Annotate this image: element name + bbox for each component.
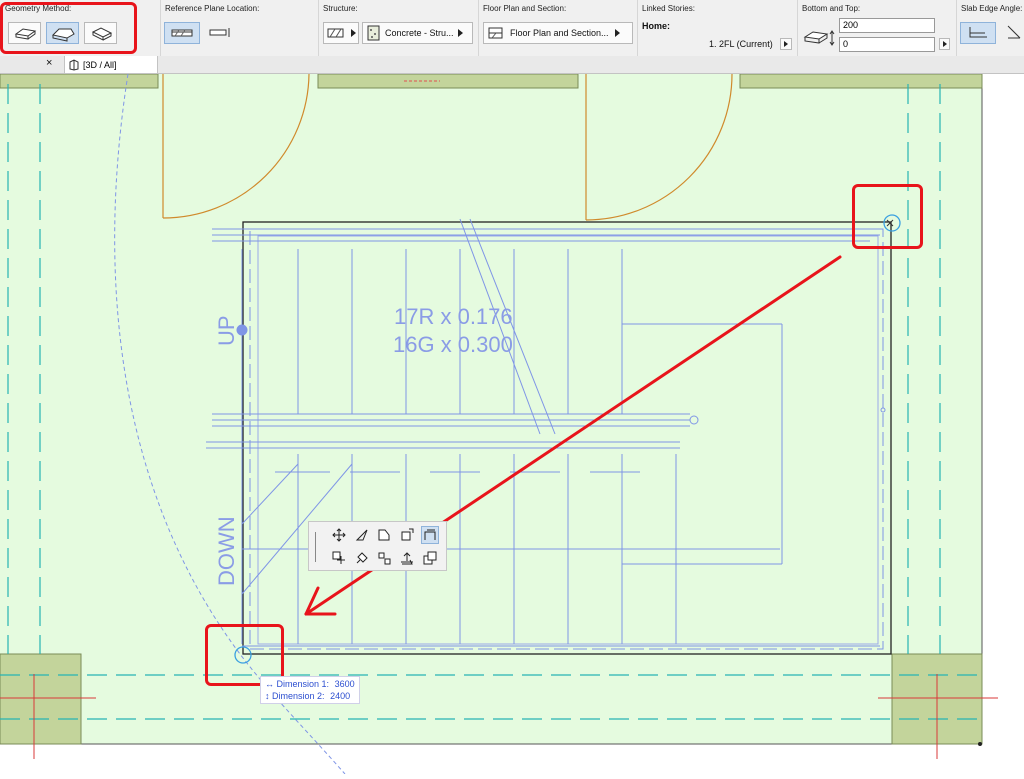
reference-plane-title: Reference Plane Location: (165, 4, 260, 13)
palette-grip[interactable] (315, 532, 316, 562)
chevron-right-icon (351, 29, 356, 37)
edge-perpendicular-icon (969, 27, 987, 38)
home-story-select-button[interactable] (780, 38, 792, 50)
hatch-icon (327, 28, 344, 38)
linked-stories-section: Linked Stories: Home: 1. 2FL (Current) (637, 0, 798, 56)
slab-edge-section: Slab Edge Angle: (956, 0, 1024, 56)
mirror-icon[interactable] (375, 549, 393, 567)
polygon-subtract-icon[interactable] (398, 526, 416, 544)
floor-plan-value: Floor Plan and Section... (510, 28, 609, 38)
ref-plane-top-button[interactable] (164, 22, 200, 44)
structure-title: Structure: (323, 4, 358, 13)
reference-plane-section: Reference Plane Location: (160, 0, 319, 56)
floor-plan-icon (488, 27, 503, 39)
column-top-left (0, 73, 159, 89)
column-bottom-left (0, 653, 82, 745)
column-top-right (739, 73, 983, 89)
dimension-2-label: Dimension 2: (272, 691, 325, 701)
horizontal-dimension-icon: ↔ (265, 679, 274, 689)
chevron-right-icon (457, 29, 463, 37)
floor-plan-section: Floor Plan and Section: Floor Plan and S… (478, 0, 638, 56)
dimension-tracker: ↔ Dimension 1: 3600 ↕ Dimension 2: 2400 (260, 676, 360, 704)
structure-material-value: Concrete - Stru... (385, 28, 454, 38)
vertical-dimension-icon: ↕ (265, 691, 270, 701)
chevron-right-icon (614, 29, 620, 37)
home-story-label: Home: (642, 21, 671, 31)
highlight-geometry-method (0, 2, 137, 54)
rectangle-icon[interactable] (421, 526, 439, 544)
floor-plan-title: Floor Plan and Section: (483, 4, 567, 13)
rotate-icon[interactable] (353, 549, 371, 567)
home-story-value: 1. 2FL (Current) (709, 39, 773, 49)
floor-plan-settings-dropdown[interactable]: Floor Plan and Section... (483, 22, 633, 44)
chevron-right-icon (942, 41, 947, 47)
top-offset-input[interactable]: 200 (839, 18, 935, 33)
highlight-end-point (852, 184, 923, 249)
polygon-add-icon[interactable] (375, 526, 393, 544)
ref-plane-bottom-button[interactable] (204, 22, 234, 44)
stair-going-text: 16G x 0.300 (393, 332, 513, 357)
offset-edge-icon[interactable] (353, 526, 371, 544)
elevate-icon[interactable] (398, 549, 416, 567)
bottom-offset-input[interactable]: 0 (839, 37, 935, 52)
info-box: Geometry Method: Reference Plane Locatio… (0, 0, 1024, 57)
view-tab-bar: × [3D / All] (0, 56, 1024, 74)
structure-type-dropdown[interactable] (323, 22, 359, 44)
chevron-right-icon (784, 41, 788, 47)
concrete-material-icon (367, 25, 380, 41)
slab-thickness-icon (803, 30, 835, 46)
slab-edge-perpendicular-button[interactable] (960, 22, 996, 44)
move-icon[interactable] (330, 526, 348, 544)
pet-palette (308, 521, 447, 571)
dimension-1-value[interactable]: 3600 (335, 679, 355, 689)
tab-label: [3D / All] (83, 59, 117, 70)
structure-section: Structure: Concrete - Stru... (318, 0, 479, 56)
tracker-row-1: ↔ Dimension 1: 3600 (265, 678, 355, 690)
ref-plane-bottom-icon (209, 28, 230, 37)
plan-drawing: 17R x 0.176 16G x 0.300 UP DOWN (0, 73, 1024, 775)
stair-riser-text: 17R x 0.176 (394, 304, 513, 329)
drag-copy-icon[interactable] (330, 549, 348, 567)
tab-3d-all[interactable]: [3D / All] (64, 56, 158, 73)
floor-plan-canvas[interactable]: 17R x 0.176 16G x 0.300 UP DOWN (0, 73, 1024, 775)
stair-up-label: UP (214, 315, 239, 346)
ref-plane-top-icon (171, 29, 193, 37)
close-tab-icon[interactable]: × (46, 57, 52, 69)
dimension-2-value[interactable]: 2400 (330, 691, 350, 701)
3d-view-icon (69, 58, 79, 71)
linked-stories-title: Linked Stories: (642, 4, 695, 13)
multiply-icon[interactable] (421, 549, 439, 567)
slab-edge-title: Slab Edge Angle: (961, 4, 1023, 13)
bottom-top-title: Bottom and Top: (802, 4, 861, 13)
column-top-center (317, 73, 579, 89)
dimension-1-label: Dimension 1: (276, 679, 330, 689)
bottom-top-section: Bottom and Top: 200 0 (797, 0, 957, 56)
edge-custom-icon[interactable] (1004, 22, 1024, 44)
stair-down-label: DOWN (214, 516, 239, 586)
building-material-dropdown[interactable]: Concrete - Stru... (362, 22, 473, 44)
bottom-top-select-button[interactable] (939, 38, 950, 50)
tracker-row-2: ↕ Dimension 2: 2400 (265, 690, 355, 702)
